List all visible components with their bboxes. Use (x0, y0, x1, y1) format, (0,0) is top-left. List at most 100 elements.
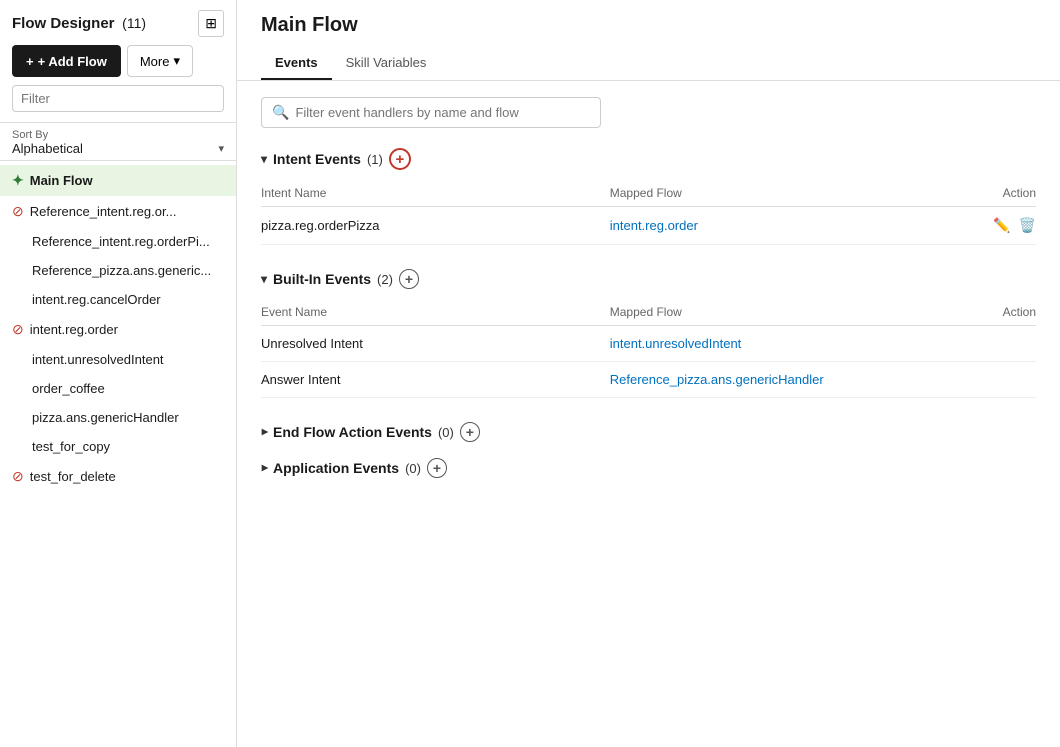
sort-value: Alphabetical (12, 141, 83, 156)
plus-icon: + (26, 54, 34, 69)
main-title: Main Flow (261, 14, 1036, 37)
builtin-mapped-flow-col-header: Mapped Flow (610, 299, 959, 326)
flow-list-item[interactable]: ⊘test_for_delete (0, 461, 236, 492)
search-icon: 🔍 (272, 104, 289, 121)
sidebar-title-row: Flow Designer (11) ⊞ (12, 10, 224, 37)
flow-name: Reference_pizza.ans.generic... (32, 263, 211, 278)
filter-input[interactable] (12, 85, 224, 112)
flow-list-item[interactable]: Reference_pizza.ans.generic... (0, 256, 236, 285)
intent-events-label: Intent Events (273, 151, 361, 167)
flow-name: test_for_copy (32, 439, 110, 454)
tab-skill-variables[interactable]: Skill Variables (332, 47, 441, 80)
app-events-chevron-icon: ▾ (257, 465, 271, 471)
builtin-event-row: Unresolved Intent intent.unresolvedInten… (261, 326, 1036, 362)
mapped-flow-link[interactable]: intent.reg.order (610, 218, 698, 233)
builtin-mapped-flow-link[interactable]: intent.unresolvedIntent (610, 336, 742, 351)
mapped-flow-col-header: Mapped Flow (610, 180, 959, 207)
main-header: Main Flow EventsSkill Variables (237, 0, 1060, 81)
end-flow-chevron-icon: ▾ (257, 429, 271, 435)
tab-events[interactable]: Events (261, 47, 332, 80)
builtin-events-section: ▾ Built-In Events (2) + Event Name Mappe… (261, 269, 1036, 398)
flow-list-item[interactable]: intent.unresolvedIntent (0, 345, 236, 374)
sort-section: Sort By Alphabetical ▾ (0, 123, 236, 161)
flow-list-item[interactable]: ⊘Reference_intent.reg.or... (0, 196, 236, 227)
builtin-events-label: Built-In Events (273, 271, 371, 287)
builtin-events-chevron: ▾ (261, 272, 267, 286)
flow-name: intent.reg.cancelOrder (32, 292, 161, 307)
action-col-header: Action (959, 180, 1037, 207)
flow-name: pizza.ans.genericHandler (32, 410, 179, 425)
builtin-mapped-flow-link[interactable]: Reference_pizza.ans.genericHandler (610, 372, 824, 387)
event-name-cell: Unresolved Intent (261, 326, 610, 362)
add-flow-label: + Add Flow (38, 54, 107, 69)
sort-select-row[interactable]: Alphabetical ▾ (12, 141, 224, 156)
action-cell: ✏️ 🗑️ (959, 207, 1037, 245)
end-flow-events-header[interactable]: ▾ End Flow Action Events (0) + (261, 422, 1036, 442)
sidebar: Flow Designer (11) ⊞ + + Add Flow More ▾… (0, 0, 237, 747)
flow-list-item[interactable]: ⊘ intent.reg.order (0, 314, 236, 345)
builtin-event-row: Answer Intent Reference_pizza.ans.generi… (261, 362, 1036, 398)
intent-name-cell: pizza.reg.orderPizza (261, 207, 610, 245)
intent-events-chevron: ▾ (261, 152, 267, 166)
flow-name: intent.unresolvedIntent (32, 352, 164, 367)
flow-name: Reference_intent.reg.orderPi... (32, 234, 210, 249)
intent-events-table: Intent Name Mapped Flow Action pizza.reg… (261, 180, 1036, 245)
flow-name: order_coffee (32, 381, 105, 396)
flow-list: ✦ Main Flow ⊘Reference_intent.reg.or... Ref… (0, 161, 236, 747)
flow-list-item[interactable]: order_coffee (0, 374, 236, 403)
builtin-action-cell (959, 362, 1037, 398)
search-bar: 🔍 (261, 97, 601, 128)
chevron-down-icon: ▾ (173, 53, 180, 69)
builtin-events-table: Event Name Mapped Flow Action Unresolved… (261, 299, 1036, 398)
builtin-mapped-flow-cell[interactable]: intent.unresolvedIntent (610, 326, 959, 362)
flow-list-item[interactable]: test_for_copy (0, 432, 236, 461)
add-builtin-event-button[interactable]: + (399, 269, 419, 289)
sort-label: Sort By (12, 129, 224, 141)
flow-name: Main Flow (30, 173, 93, 188)
error-icon: ⊘ (12, 468, 24, 485)
flow-list-item[interactable]: ✦ Main Flow (0, 165, 236, 196)
error-icon: ⊘ (12, 321, 24, 338)
add-flow-button[interactable]: + + Add Flow (12, 45, 121, 77)
sidebar-count: (11) (122, 15, 146, 31)
builtin-events-count: (2) (377, 272, 393, 287)
sort-chevron-icon[interactable]: ▾ (218, 142, 224, 155)
event-name-cell: Answer Intent (261, 362, 610, 398)
main-body: 🔍 ▾ Intent Events (1) + Intent Name Mapp… (237, 81, 1060, 747)
more-button[interactable]: More ▾ (127, 45, 193, 77)
builtin-mapped-flow-cell[interactable]: Reference_pizza.ans.genericHandler (610, 362, 959, 398)
intent-events-section: ▾ Intent Events (1) + Intent Name Mapped… (261, 148, 1036, 245)
flow-list-item[interactable]: intent.reg.cancelOrder (0, 285, 236, 314)
builtin-events-header[interactable]: ▾ Built-In Events (2) + (261, 269, 1036, 289)
search-input[interactable] (295, 105, 590, 120)
event-name-col-header: Event Name (261, 299, 610, 326)
application-events-label: Application Events (273, 460, 399, 476)
intent-events-count: (1) (367, 152, 383, 167)
flow-list-item[interactable]: pizza.ans.genericHandler (0, 403, 236, 432)
end-flow-events-count: (0) (438, 425, 454, 440)
end-flow-events-label: End Flow Action Events (273, 424, 432, 440)
application-events-section: ▾ Application Events (0) + (261, 458, 1036, 478)
error-icon: ⊘ (12, 203, 24, 220)
intent-name-col-header: Intent Name (261, 180, 610, 207)
flow-name: intent.reg.order (30, 322, 118, 337)
edit-icon[interactable]: ✏️ (993, 217, 1010, 234)
main-content: Main Flow EventsSkill Variables 🔍 ▾ Inte… (237, 0, 1060, 747)
sidebar-title: Flow Designer (11) (12, 15, 146, 32)
sidebar-actions: + + Add Flow More ▾ (12, 45, 224, 77)
delete-icon[interactable]: 🗑️ (1019, 217, 1036, 234)
action-icons: ✏️ 🗑️ (959, 217, 1037, 234)
add-end-flow-event-button[interactable]: + (460, 422, 480, 442)
application-events-header[interactable]: ▾ Application Events (0) + (261, 458, 1036, 478)
flow-list-item[interactable]: Reference_intent.reg.orderPi... (0, 227, 236, 256)
builtin-action-col-header: Action (959, 299, 1037, 326)
mapped-flow-cell[interactable]: intent.reg.order (610, 207, 959, 245)
layout-toggle-button[interactable]: ⊞ (198, 10, 224, 37)
add-application-event-button[interactable]: + (427, 458, 447, 478)
add-intent-event-button[interactable]: + (389, 148, 411, 170)
application-events-count: (0) (405, 461, 421, 476)
intent-event-row: pizza.reg.orderPizza intent.reg.order ✏️… (261, 207, 1036, 245)
person-icon: ✦ (12, 172, 24, 189)
end-flow-events-section: ▾ End Flow Action Events (0) + (261, 422, 1036, 442)
intent-events-header[interactable]: ▾ Intent Events (1) + (261, 148, 1036, 170)
